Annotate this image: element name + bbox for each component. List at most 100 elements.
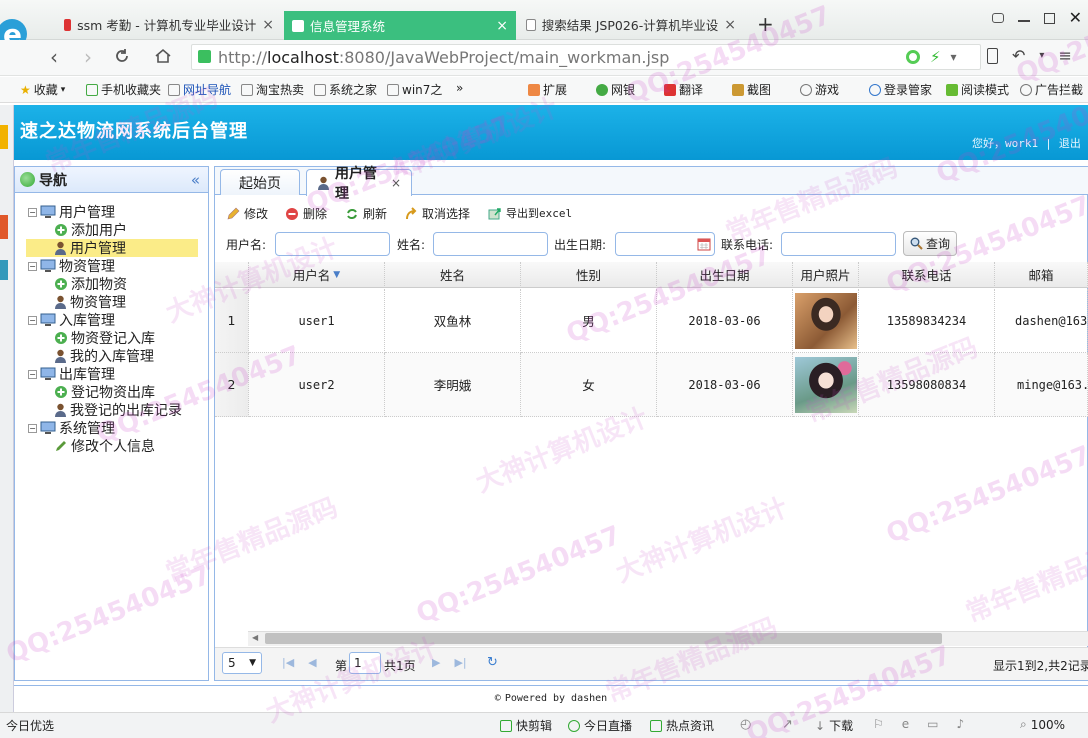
sidebar-tool-icon[interactable]	[0, 260, 8, 280]
bookmark-system[interactable]: 系统之家	[314, 81, 377, 98]
expand-toggle-icon[interactable]: −	[28, 315, 37, 325]
ext-login[interactable]: 登录管家	[869, 81, 932, 98]
tab-user-management[interactable]: 用户管理 ×	[306, 166, 412, 202]
reload-icon[interactable]	[113, 47, 131, 65]
col-name[interactable]: 姓名	[385, 262, 521, 288]
user-photo-avatar[interactable]	[794, 356, 857, 413]
status-today-picks[interactable]: 今日优选	[6, 717, 54, 734]
nav-group[interactable]: − 出库管理	[28, 365, 115, 383]
col-phone[interactable]: 联系电话	[859, 262, 995, 288]
expand-toggle-icon[interactable]: −	[28, 207, 37, 217]
chevron-down-icon[interactable]: ▾	[951, 50, 957, 64]
calendar-icon[interactable]	[697, 237, 711, 251]
browser-tab-3[interactable]: 搜索结果 JSP026-计算机毕业设 ×	[518, 9, 744, 40]
page-size-select[interactable]: 5 ▼	[222, 652, 262, 674]
nav-group[interactable]: − 物资管理	[28, 257, 115, 275]
close-icon[interactable]: ×	[496, 18, 508, 34]
nav-group[interactable]: − 入库管理	[28, 311, 115, 329]
back-icon[interactable]: ‹	[50, 45, 58, 69]
minimize-icon[interactable]	[1017, 20, 1030, 22]
ext-extend[interactable]: 扩展	[528, 81, 567, 98]
ext-bank[interactable]: 网银	[596, 81, 635, 98]
bookmark-taobao[interactable]: 淘宝热卖	[241, 81, 304, 98]
close-icon[interactable]: ×	[724, 17, 736, 33]
col-birth[interactable]: 出生日期	[657, 262, 793, 288]
nav-item[interactable]: 添加用户	[54, 221, 127, 239]
birth-date-input[interactable]	[615, 232, 715, 256]
speed-icon[interactable]	[906, 50, 920, 64]
nav-item[interactable]: 物资管理	[54, 293, 126, 311]
unselect-button[interactable]: 取消选择	[404, 205, 470, 222]
menu-icon[interactable]: ≡	[1058, 46, 1071, 65]
col-username[interactable]: 用户名 ▼	[249, 262, 385, 288]
expand-toggle-icon[interactable]: −	[28, 369, 37, 379]
nav-item[interactable]: 用户管理	[26, 239, 198, 257]
name-input[interactable]	[433, 232, 548, 256]
prev-page-icon[interactable]: ◀	[308, 656, 316, 669]
bookmark-more[interactable]: »	[456, 81, 463, 95]
nav-group[interactable]: − 用户管理	[28, 203, 115, 221]
status-download[interactable]: ↓ 下载	[815, 717, 853, 734]
ext-translate[interactable]: 翻译	[664, 81, 703, 98]
refresh-button[interactable]: 刷新	[345, 205, 387, 222]
logout-link[interactable]: 退出	[1059, 137, 1081, 150]
status-clip[interactable]: 快剪辑	[500, 717, 552, 734]
browser-tab-2-active[interactable]: 信息管理系统 ×	[284, 11, 516, 40]
chevron-down-icon[interactable]: ▾	[1039, 50, 1044, 61]
col-photo[interactable]: 用户照片	[793, 262, 859, 288]
nav-item[interactable]: 我的入库管理	[54, 347, 154, 365]
edit-button[interactable]: 修改	[226, 205, 268, 222]
sidebar-tool-icon[interactable]	[0, 125, 8, 149]
flag-icon[interactable]: ⚐	[873, 717, 884, 731]
scrollbar-thumb[interactable]	[265, 633, 942, 644]
last-page-icon[interactable]: ▶|	[454, 656, 466, 669]
ext-games[interactable]: 游戏	[800, 81, 839, 98]
maximize-icon[interactable]	[1043, 12, 1055, 24]
sidebar-tool-icon[interactable]	[0, 215, 8, 239]
zoom-control[interactable]: ⌕ 100%	[1020, 717, 1065, 732]
delete-button[interactable]: 删除	[285, 205, 327, 222]
ext-screenshot[interactable]: 截图	[732, 81, 771, 98]
bookmark-nav[interactable]: 网址导航	[168, 81, 231, 98]
ext-adblock[interactable]: 广告拦截	[1020, 81, 1083, 98]
bookmark-favorites[interactable]: ★ 收藏 ▾	[20, 81, 65, 98]
volume-icon[interactable]: ♪	[957, 717, 965, 731]
first-page-icon[interactable]: |◀	[282, 656, 294, 669]
skin-icon[interactable]	[992, 13, 1004, 23]
home-icon[interactable]	[154, 47, 172, 65]
lightning-icon[interactable]: ⚡	[930, 48, 941, 66]
query-button[interactable]: 查询	[903, 231, 957, 256]
nav-item[interactable]: 物资登记入库	[54, 329, 155, 347]
status-speed-icon[interactable]: ◴	[740, 717, 751, 732]
scroll-left-icon[interactable]: ◀	[252, 633, 258, 642]
expand-toggle-icon[interactable]: −	[28, 261, 37, 271]
status-news[interactable]: 热点资讯	[650, 717, 714, 734]
user-photo-avatar[interactable]	[794, 292, 857, 349]
nav-item[interactable]: 添加物资	[54, 275, 127, 293]
username-input[interactable]	[275, 232, 390, 256]
ext-reader[interactable]: 阅读模式	[946, 81, 1009, 98]
nav-item[interactable]: 登记物资出库	[54, 383, 155, 401]
expand-toggle-icon[interactable]: −	[28, 423, 37, 433]
pager-refresh-icon[interactable]: ↻	[487, 655, 498, 670]
export-button[interactable]: 导出到excel	[488, 205, 572, 221]
browser-tab-1[interactable]: ssm 考勤 - 计算机专业毕业设计 ×	[56, 9, 282, 40]
bookmark-mobile[interactable]: 手机收藏夹	[86, 81, 161, 98]
new-tab-button[interactable]: +	[757, 12, 774, 36]
collapse-icon[interactable]: «	[191, 171, 200, 189]
status-live[interactable]: 今日直播	[568, 717, 632, 734]
col-gender[interactable]: 性别	[521, 262, 657, 288]
tab-start[interactable]: 起始页	[220, 169, 300, 195]
window-icon[interactable]: ▭	[927, 717, 938, 731]
phone-input[interactable]	[781, 232, 896, 256]
undo-icon[interactable]: ↶	[1012, 46, 1025, 65]
close-icon[interactable]: ×	[262, 17, 274, 33]
nav-item[interactable]: 我登记的出库记录	[54, 401, 182, 419]
phone-icon[interactable]	[987, 47, 998, 64]
close-window-icon[interactable]: ✕	[1069, 10, 1082, 26]
col-email[interactable]: 邮箱	[995, 262, 1088, 288]
status-cast-icon[interactable]: ↗	[782, 717, 793, 732]
url-input[interactable]: http://localhost:8080/JavaWebProject/mai…	[191, 44, 981, 70]
bookmark-win7[interactable]: win7之	[387, 81, 442, 98]
next-page-icon[interactable]: ▶	[432, 656, 440, 669]
